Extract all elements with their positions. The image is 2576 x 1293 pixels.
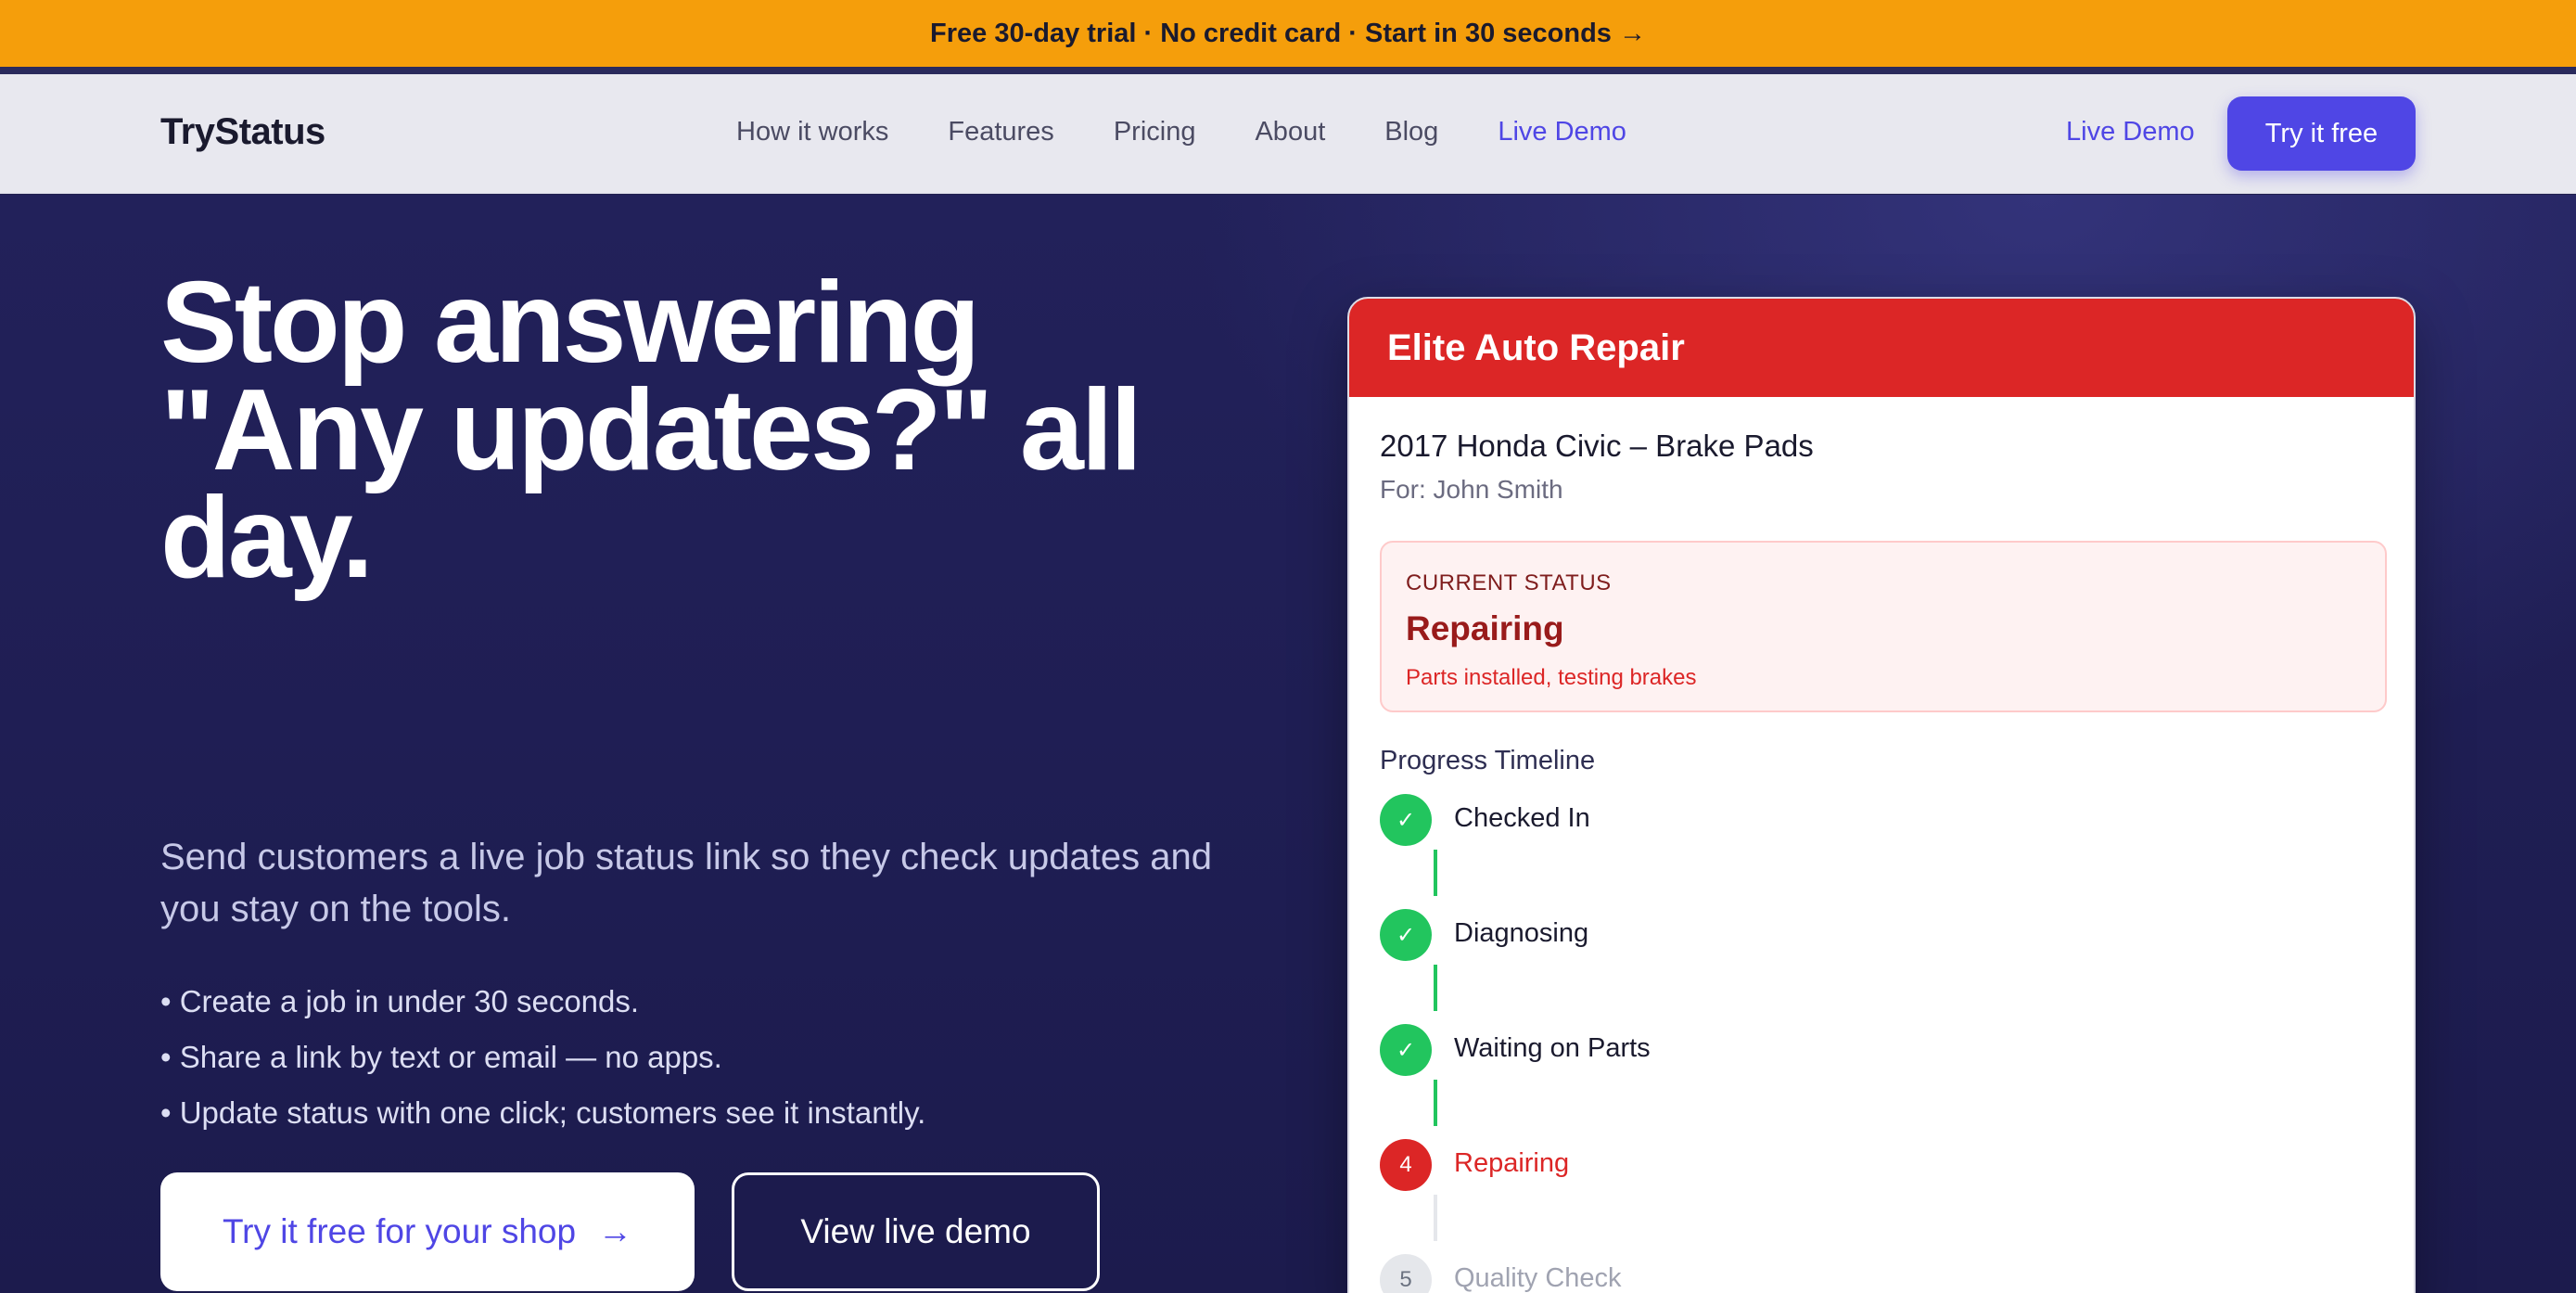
nav-link-live-demo[interactable]: Live Demo — [1498, 117, 1626, 147]
headline-line-3: day. — [160, 474, 374, 602]
card-header: Elite Auto Repair — [1349, 299, 2414, 397]
check-icon: ✓ — [1380, 909, 1432, 961]
status-caption: CURRENT STATUS — [1406, 570, 1612, 595]
hero-subhead: Send customers a live job status link so… — [160, 837, 1212, 929]
nav-link-blog[interactable]: Blog — [1384, 117, 1438, 147]
status-name: Repairing — [1406, 609, 1564, 647]
timeline-title: Progress Timeline — [1380, 746, 1596, 775]
timeline-connector — [1434, 1195, 1437, 1241]
nav-link-about[interactable]: About — [1255, 117, 1325, 147]
view-live-demo-button[interactable]: View live demo — [732, 1172, 1100, 1291]
top-nav: TryStatus How it works Features Pricing … — [0, 74, 2576, 194]
current-status-box: CURRENT STATUS Repairing Parts installed… — [1380, 541, 2387, 712]
timeline-connector — [1434, 850, 1437, 896]
job-title: 2017 Honda Civic – Brake Pads — [1380, 429, 1814, 463]
feature-bullets: • Create a job in under 30 seconds. • Sh… — [160, 974, 925, 1141]
nav-link-pricing[interactable]: Pricing — [1114, 117, 1196, 147]
timeline-step: ✓ Checked In — [1380, 794, 2029, 848]
promo-divider — [0, 67, 2576, 74]
timeline-step-label: Quality Check — [1454, 1263, 1622, 1293]
try-free-shop-label: Try it free for your shop — [222, 1212, 577, 1250]
timeline-step: 5 Quality Check — [1380, 1254, 2029, 1293]
nav-link-features[interactable]: Features — [948, 117, 1053, 147]
timeline-connector — [1434, 1080, 1437, 1126]
view-live-demo-label: View live demo — [800, 1212, 1031, 1250]
promo-text: Free 30-day trial · No credit card · Sta… — [930, 18, 1646, 48]
timeline-step: ✓ Diagnosing — [1380, 909, 2029, 963]
nav-links: How it works Features Pricing About Blog… — [736, 117, 1626, 147]
bullet-item: • Share a link by text or email — no app… — [160, 1040, 722, 1074]
timeline-step-label: Checked In — [1454, 803, 1590, 833]
promo-banner[interactable]: Free 30-day trial · No credit card · Sta… — [0, 0, 2576, 67]
timeline-connector — [1434, 965, 1437, 1011]
timeline-step-label: Diagnosing — [1454, 918, 1589, 948]
check-icon: ✓ — [1380, 1024, 1432, 1076]
customer-name: For: John Smith — [1380, 475, 1563, 504]
logo[interactable]: TryStatus — [160, 111, 325, 153]
timeline-step: 4 Repairing — [1380, 1139, 2029, 1193]
status-detail: Parts installed, testing brakes — [1406, 665, 1697, 690]
timeline-step-label: Repairing — [1454, 1148, 1570, 1178]
arrow-right-icon: → — [598, 1212, 633, 1250]
job-status-card: Elite Auto Repair 2017 Honda Civic – Bra… — [1347, 297, 2416, 1293]
try-free-shop-button[interactable]: Try it free for your shop → — [160, 1172, 695, 1291]
nav-link-how-it-works[interactable]: How it works — [736, 117, 888, 147]
bullet-item: • Update status with one click; customer… — [160, 1095, 926, 1130]
check-icon: ✓ — [1380, 794, 1432, 846]
timeline-step-label: Waiting on Parts — [1454, 1033, 1651, 1063]
header-try-free-button[interactable]: Try it free — [2227, 96, 2416, 171]
header-live-demo-link[interactable]: Live Demo — [2066, 117, 2195, 147]
step-number-badge: 4 — [1380, 1139, 1432, 1191]
step-number-badge: 5 — [1380, 1254, 1432, 1293]
timeline-step: ✓ Waiting on Parts — [1380, 1024, 2029, 1078]
bullet-item: • Create a job in under 30 seconds. — [160, 984, 640, 1018]
shop-name: Elite Auto Repair — [1387, 326, 1685, 368]
hero-headline: Stop answering "Any updates?" all day. — [160, 265, 1366, 595]
